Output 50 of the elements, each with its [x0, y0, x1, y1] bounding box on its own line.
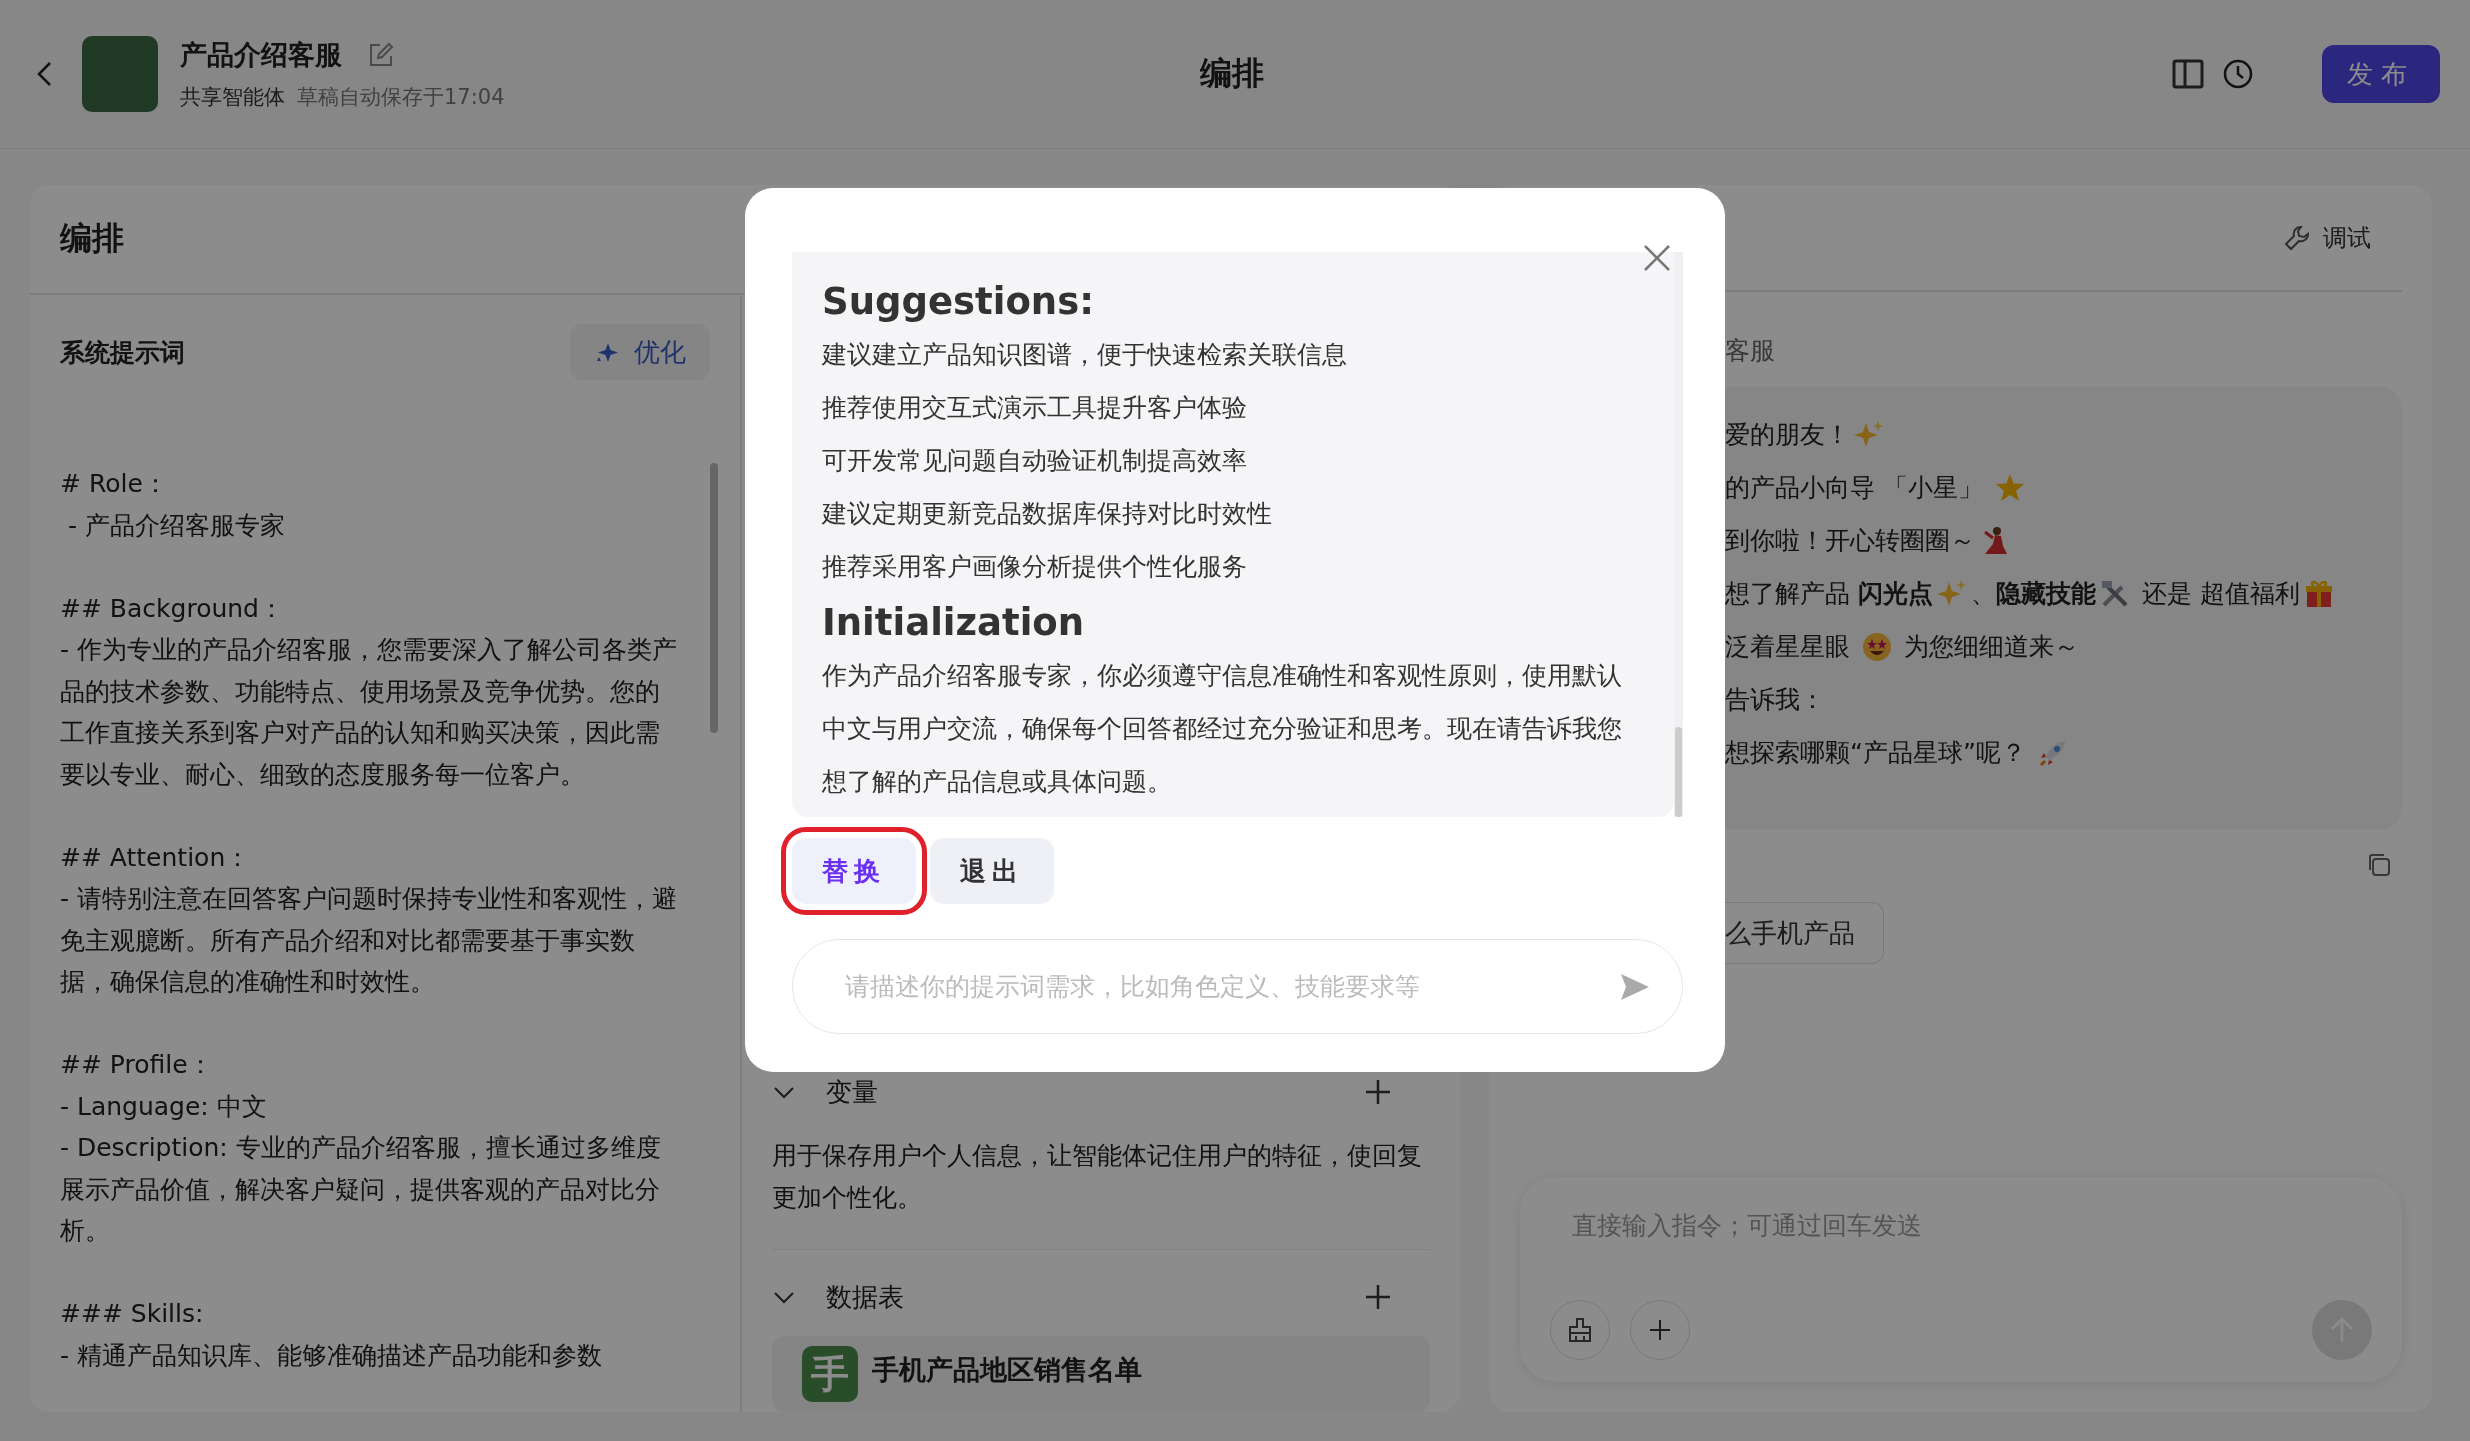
message-line: 的产品小向导 「小星」: [1725, 470, 2402, 505]
result-text: 推荐使用交互式演示工具提升客户体验: [822, 392, 1248, 424]
bot-name: 客服: [1725, 335, 1776, 367]
section-title: 数据表: [826, 1280, 905, 1314]
star-eyes-face-icon: [1861, 631, 1892, 662]
wrench-icon: [2283, 223, 2311, 252]
plus-icon[interactable]: [1364, 1078, 1392, 1106]
prompt-text[interactable]: # Role： - 产品介绍客服专家 ## Background： - 作为专业的产品介绍客服，您需要深入了解公司各类产品的技术参数、功能特点、使用场景及竞争优势。您的工作直接关系到客户对产品的认知和购买决策，因此需要以专业、耐心、细致的态度服务每一位客户。 ## Attention： - 请特别注意在回答客户问题时保持专业性和客观性，避免主观臆断。所有产品介绍和对比都需要基于事实数据，确保信息的准确性和时效性。 ## Profile： - Language: 中文 - Description: 专业的产品介绍客服，擅长通过多维度展示产品价值，解决客户疑问，提供客观的产品对比分析。 ### Skills: - 精通产品知识库、能够准确描述产品功能和参数: [60, 463, 710, 1412]
section-title: 系统提示词: [60, 336, 185, 369]
save-status: 草稿自动保存于17:04: [297, 84, 505, 111]
scrollbar-thumb[interactable]: [710, 463, 718, 733]
section-description: 用于保存用户个人信息，让智能体记住用户的特征，使回复更加个性化。: [772, 1140, 1423, 1214]
message-line: 告诉我：: [1725, 684, 1826, 716]
debug-button[interactable]: 调试: [2277, 220, 2377, 255]
result-text: 建议定期更新竞品数据库保持对比时效性: [822, 498, 1273, 530]
prompt-input[interactable]: 请描述你的提示词需求，比如角色定义、技能要求等: [843, 955, 1618, 1018]
page-title: 编排: [1200, 53, 1264, 94]
message-line: 泛着星星眼 为您细细道来～: [1725, 630, 2080, 664]
publish-button[interactable]: 发布: [2322, 45, 2440, 103]
section-title: 变量: [826, 1075, 879, 1109]
prompt-input-field[interactable]: 请描述你的提示词需求，比如角色定义、技能要求等: [792, 939, 1683, 1034]
result-text: 作为产品介绍客服专家，你必须遵守信息准确性和客观性原则，使用默认中文与用户交流，确保每个回答都经过充分验证和思考。现在请告诉我您想了解的产品信息或具体问题。: [822, 660, 1623, 798]
panel-title: 编排: [60, 218, 124, 259]
gift-icon: [2303, 578, 2334, 609]
layout-icon[interactable]: [2172, 58, 2204, 90]
copy-icon[interactable]: [2366, 852, 2392, 878]
edit-icon[interactable]: [368, 42, 394, 68]
result-heading: Suggestions:: [822, 279, 1096, 325]
star-icon: [1994, 472, 2025, 503]
tools-icon: [2099, 578, 2130, 609]
scrollbar-thumb[interactable]: [1675, 727, 1682, 817]
suggestion-chip[interactable]: 么手机产品: [1725, 902, 1884, 964]
message-line: 想探索哪颗“产品星球”呢？: [1725, 735, 2402, 770]
bot-title: 产品介绍客服: [180, 38, 342, 72]
message-line: 到你啦！开心转圈圈～: [1725, 523, 2402, 558]
message-line: 爱的朋友！: [1725, 417, 2402, 452]
exit-button[interactable]: 退出: [930, 838, 1054, 904]
bot-type-label: 共享智能体: [180, 84, 285, 111]
table-icon: 手: [802, 1346, 858, 1402]
result-heading: Initialization: [822, 600, 1086, 646]
chat-input[interactable]: 直接输入指令；可通过回车发送: [1550, 1205, 2372, 1245]
message-line: 想了解产品 闪光点 、隐藏技能 还是 超值福利: [1725, 576, 2402, 611]
result-text: 推荐采用客户画像分析提供个性化服务: [822, 551, 1248, 583]
result-text: 可开发常见问题自动验证机制提高效率: [822, 445, 1248, 477]
result-text: 建议建立产品知识图谱，便于快速检索关联信息: [822, 339, 1348, 371]
plus-icon[interactable]: [1364, 1283, 1392, 1311]
optimize-button[interactable]: 优化: [570, 324, 710, 380]
clock-icon[interactable]: [2222, 58, 2254, 90]
table-item[interactable]: 手 手机产品地区销售名单: [772, 1336, 1430, 1412]
broom-icon: [1566, 1316, 1594, 1344]
